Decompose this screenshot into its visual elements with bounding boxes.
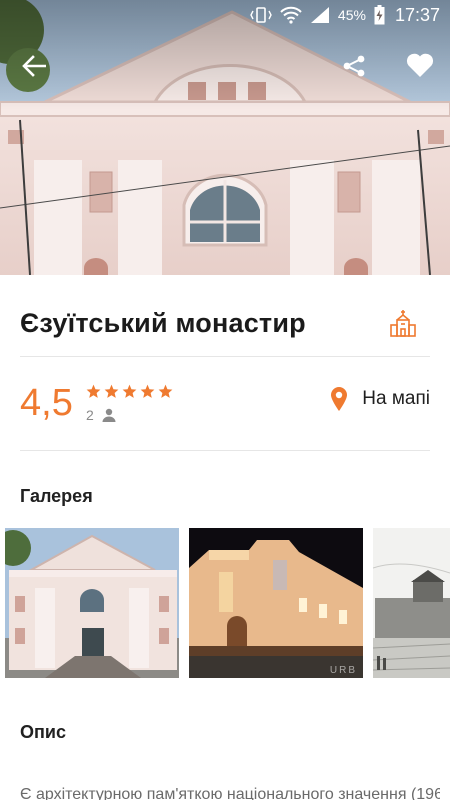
rating-stars — [86, 384, 173, 399]
star-icon — [86, 384, 101, 398]
photo-historic-engraving[interactable] — [373, 528, 450, 678]
gallery-strip[interactable]: URB — [0, 528, 450, 678]
rating-value: 4,5 — [20, 382, 73, 424]
status-time: 17:37 — [394, 4, 440, 25]
map-button[interactable]: На мапі — [330, 386, 430, 412]
battery-charging-icon — [374, 5, 385, 25]
map-label: На мапі — [362, 388, 430, 409]
page-title: Єзуїтський монастир — [20, 307, 306, 338]
photo-building-night[interactable]: URB — [189, 528, 363, 678]
signal-icon — [310, 6, 330, 24]
star-icon — [122, 384, 137, 398]
review-count-group: 2 — [86, 407, 116, 423]
arrow-back-icon — [22, 55, 46, 77]
description-text: Є архітектурною пам'яткою національного … — [20, 786, 440, 800]
battery-percent: 45% — [337, 7, 366, 23]
share-button[interactable] — [336, 48, 372, 84]
description-title: Опис — [20, 722, 66, 742]
back-button[interactable] — [14, 48, 54, 84]
person-icon — [102, 408, 116, 422]
status-bar: 45% 17:37 — [0, 0, 450, 30]
review-count: 2 — [86, 407, 94, 423]
divider-title — [20, 356, 430, 357]
star-icon — [158, 384, 173, 398]
vibrate-icon — [250, 7, 272, 23]
photo-facade-day[interactable] — [5, 528, 179, 678]
photo-watermark: URB — [329, 665, 357, 676]
star-icon — [104, 384, 119, 398]
share-icon — [343, 55, 365, 77]
building-icon — [386, 306, 420, 340]
star-icon — [140, 384, 155, 398]
divider-rating — [20, 450, 430, 451]
rating-row: 4,5 2 На мапі — [20, 372, 430, 436]
title-row: Єзуїтський монастир — [20, 295, 430, 351]
gallery-title: Галерея — [20, 486, 93, 506]
wifi-icon — [280, 6, 302, 24]
favorite-button[interactable] — [400, 46, 440, 84]
heart-icon — [406, 53, 434, 77]
hero-image: 45% 17:37 — [0, 0, 450, 275]
location-pin-icon — [331, 387, 348, 411]
